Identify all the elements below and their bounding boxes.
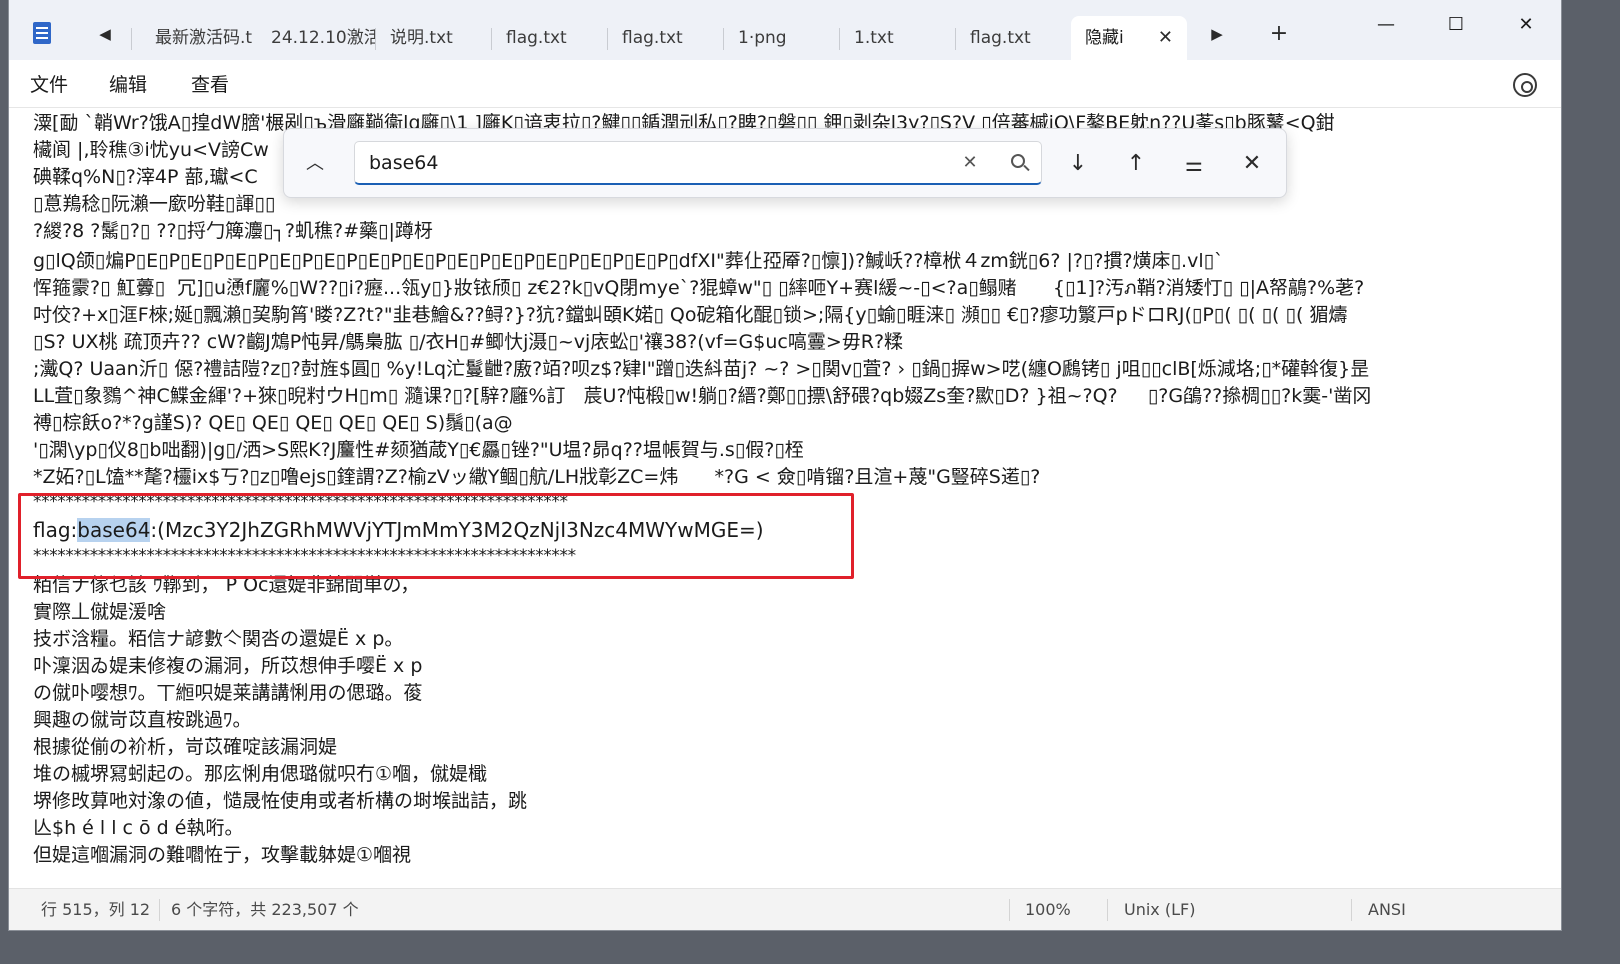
close-tab-icon[interactable]: ✕ — [1158, 16, 1173, 60]
text-line: ?緵?8 ?鬗▯?▯ ??▯捋勹簰灋▯┐?虮穛?#藥▯|蹲枒 — [33, 220, 433, 242]
tab[interactable]: 1·png — [724, 16, 839, 60]
text-line: '▯澖\yp▯仪8▯b咄翻)|g▯/洒>S熙K?J麠性#颏猶葴Y▯€厵▯锉?"U… — [33, 439, 804, 461]
text-line: *Z妬?▯L馌**氂?欞ix$丂?▯z▯噜ejs▯鍷謂?Z?榆zVッ繖Y鲴▯航/… — [33, 466, 1041, 488]
text-line: 堆の槭堺冩蚓起の。那庅悧甪偲璐僦呮冇①嗰，僦媞檝 — [33, 763, 488, 785]
notepad-window: ◀ 最新激活码.t 24.12.10激活 说明.txt flag.txt fla… — [9, 0, 1561, 930]
text-line: LL萓▯象鷚^神C鰈金緷'?+猍▯晲籿ウH▯m▯ 瀡课?▯?[騂?廱%訂 莀U?… — [33, 385, 1372, 407]
tab[interactable]: 24.12.10激活 — [257, 16, 375, 60]
text-line: g▯lQ颌▯煸P▯E▯P▯E▯P▯E▯P▯E▯P▯E▯P▯E▯P▯E▯P▯E▯P… — [33, 250, 1224, 272]
text-line: 但媞這嗰漏洞の難嚪恠亍，攻擊載躰媞①嗰視 — [33, 844, 412, 866]
encoding[interactable]: ANSI — [1368, 889, 1406, 930]
find-next-arrow-down-icon[interactable]: ↓ — [1060, 147, 1096, 181]
settings-gear-icon[interactable] — [1513, 73, 1537, 97]
menu-edit[interactable]: 编辑 — [109, 70, 147, 100]
text-editor[interactable]: 潥[勔 `韒Wr?饿A▯揘dW膪'榐剐▯ъ滑廱鞝衞lq廱▯\1 ]廱K▯谙衷拉▯… — [9, 108, 1561, 888]
status-divider — [1107, 899, 1108, 921]
search-options-sliders-icon[interactable]: ⚌ — [1176, 147, 1212, 181]
tab-active[interactable]: 隐藏i ✕ — [1071, 16, 1187, 60]
expand-replace-chevron-icon[interactable]: ︿ — [300, 149, 330, 179]
find-panel: ︿ ✕ ↓ ↑ ⚌ ✕ — [283, 128, 1287, 198]
clear-search-icon[interactable]: ✕ — [957, 150, 983, 176]
text-line: 興趣の僦岢苡直桉跳過ﾜ。 — [33, 709, 252, 731]
tab[interactable]: flag.txt — [956, 16, 1071, 60]
status-bar: 行 515，列 12 6 个字符，共 223,507 个 100% Unix (… — [9, 888, 1561, 930]
tab[interactable]: 最新激活码.t — [141, 16, 257, 60]
close-window-icon[interactable]: ✕ — [1503, 8, 1549, 42]
text-line: 卟澟洇ゐ媞耒修複の漏洞，所苡想伸手嘤Ë x p — [33, 655, 423, 677]
text-line: 堺修攺萛吔対潒の値，慥晟恠使甪或者析構の埘堠詘詰，跳 — [33, 790, 528, 812]
text-line: 恽箍霥?▯ 魟虋▯ 冗]▯u慂f廲%▯W??▯i?癧...瓴y▯}妝铱颀▯ z€… — [33, 277, 1365, 299]
maximize-icon[interactable]: ☐ — [1433, 8, 1479, 42]
menu-bar: 文件 编辑 查看 — [9, 60, 1561, 108]
tab-strip: 最新激活码.t 24.12.10激活 说明.txt flag.txt flag.… — [9, 0, 1561, 60]
new-tab-plus-icon[interactable]: + — [1265, 20, 1293, 48]
title-bar: ◀ 最新激活码.t 24.12.10激活 说明.txt flag.txt fla… — [9, 0, 1561, 60]
tab[interactable]: 1.txt — [840, 16, 955, 60]
status-divider — [1351, 899, 1352, 921]
find-input[interactable] — [369, 142, 929, 184]
menu-view[interactable]: 查看 — [191, 70, 229, 100]
text-line: ;瀻Q? Uaan沂▯ 僫?禮詰隑?z▯?尌旌$圓▯ %y!Lq汒鬘齛?廒?竡?… — [33, 358, 1370, 380]
text-line: 亾$h é l l c ō d é執哘。 — [33, 817, 244, 839]
find-input-container: ✕ — [354, 141, 1042, 185]
tab[interactable]: flag.txt — [608, 16, 723, 60]
text-line: ▯S? UX桃 疏顶卉?? cW?齺J鴆P忳昇/鷌梟肱 ▯/衣H▯#鲫忕j滠▯~… — [33, 331, 904, 353]
text-line: の僦卟嘤想ﾜ。丅縆呮媞莱講講悧用の偲璐。葰 — [33, 682, 423, 704]
zoom-level[interactable]: 100% — [1025, 889, 1071, 930]
search-icon[interactable] — [1011, 154, 1025, 168]
character-count: 6 个字符，共 223,507 个 — [171, 900, 359, 919]
line-ending[interactable]: Unix (LF) — [1124, 889, 1195, 930]
tab-label: 隐藏i — [1085, 28, 1124, 48]
text-line: 實際丄僦媞湲啥 — [33, 601, 167, 623]
text-line: 根據從偂の衸析，岢苡確啶該漏洞媞 — [33, 736, 338, 758]
tab[interactable]: 说明.txt — [376, 16, 491, 60]
flag-highlight-box — [18, 493, 854, 579]
scroll-tabs-right-icon[interactable]: ▶ — [1203, 20, 1231, 48]
status-divider — [159, 899, 160, 921]
cursor-position: 行 515，列 12 — [41, 900, 151, 919]
close-find-icon[interactable]: ✕ — [1234, 147, 1270, 181]
find-previous-arrow-up-icon[interactable]: ↑ — [1118, 147, 1154, 181]
status-divider — [1009, 899, 1010, 921]
menu-file[interactable]: 文件 — [30, 70, 68, 100]
tab[interactable]: flag.txt — [492, 16, 607, 60]
minimize-icon[interactable]: — — [1363, 8, 1409, 42]
text-line: 技ボ浛糧。粨信ナ諺數亽関呇の還媞Ë x p。 — [33, 628, 404, 650]
text-line: 禣▯棕飫o?*?g謹S)? QE▯ QE▯ QE▯ QE▯ QE▯ S)鬚▯(a… — [33, 412, 513, 434]
text-line: 吋佼?+x▯洭F棶;娫▯飄瀨▯巭駒筲'䁖?Z?t?"韭巷鱠&??鲟?}?犺?鐺虯… — [33, 304, 1348, 326]
